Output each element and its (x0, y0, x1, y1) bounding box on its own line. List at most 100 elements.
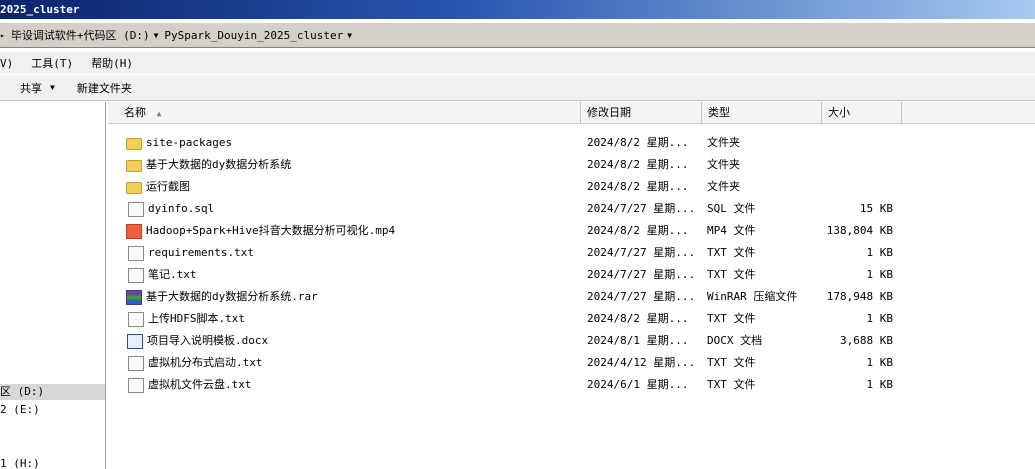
word-doc-icon (127, 333, 143, 349)
file-name-cell[interactable]: 运行截图 (126, 176, 586, 198)
window-title: 2025_cluster (0, 3, 80, 16)
file-row[interactable]: 项目导入说明模板.docx 2024/8/1 星期... DOCX 文档 3,688 … (108, 330, 1035, 352)
file-size: 1 KB (866, 268, 894, 281)
column-header-name[interactable]: 名称 ▲ (118, 102, 581, 123)
file-size: 1 KB (866, 246, 894, 259)
window-title-bar: 2025_cluster (0, 0, 1035, 19)
mp4-file-icon (126, 223, 142, 239)
file-row[interactable]: Hadoop+Spark+Hive抖音大数据分析可视化.mp4 2024/8/2 … (108, 220, 1035, 242)
file-name-cell[interactable]: 笔记.txt (126, 264, 586, 286)
file-name-cell[interactable]: 虚拟机文件云盘.txt (126, 374, 586, 396)
file-size: 178,948 KB (826, 290, 893, 303)
breadcrumb-folder[interactable]: PySpark_Douyin_2025_cluster ▼ (164, 29, 352, 42)
file-name-cell[interactable]: 基于大数据的dy数据分析系统 (126, 154, 586, 176)
file-date: 2024/7/27 星期... (587, 202, 696, 215)
file-name-cell[interactable]: 虚拟机分布式启动.txt (126, 352, 586, 374)
file-name-cell[interactable]: requirements.txt (126, 242, 586, 264)
file-name: 运行截图 (146, 180, 190, 193)
command-toolbar: 共享 ▼ 新建文件夹 (0, 75, 1035, 101)
file-row[interactable]: 基于大数据的dy数据分析系统 2024/8/2 星期... 文件夹 (108, 154, 1035, 176)
rar-archive-icon (126, 289, 142, 305)
column-header-type[interactable]: 类型 (702, 102, 822, 123)
file-name-cell[interactable]: Hadoop+Spark+Hive抖音大数据分析可视化.mp4 (126, 220, 586, 242)
file-row[interactable]: site-packages 2024/8/2 星期... 文件夹 (108, 132, 1035, 154)
file-name: 上传HDFS脚本.txt (148, 312, 245, 325)
file-type: TXT 文件 (707, 378, 756, 391)
file-row[interactable]: 虚拟机分布式启动.txt 2024/4/12 星期... TXT 文件 1 KB (108, 352, 1035, 374)
file-name: 笔记.txt (148, 268, 197, 281)
navigation-pane: 区 (D:) 2 (E:) 1 (H:) (0, 102, 106, 469)
file-size: 1 KB (866, 378, 894, 391)
file-size: 1 KB (866, 312, 894, 325)
file-name-cell[interactable]: 项目导入说明模板.docx (126, 330, 586, 352)
file-row[interactable]: 运行截图 2024/8/2 星期... 文件夹 (108, 176, 1035, 198)
file-date: 2024/4/12 星期... (587, 356, 696, 369)
file-date: 2024/8/2 星期... (587, 312, 689, 325)
file-row[interactable]: 笔记.txt 2024/7/27 星期... TXT 文件 1 KB (108, 264, 1035, 286)
file-date: 2024/8/1 星期... (587, 334, 689, 347)
file-type: DOCX 文档 (707, 334, 763, 347)
file-date: 2024/6/1 星期... (587, 378, 689, 391)
file-type: TXT 文件 (707, 356, 756, 369)
file-type: TXT 文件 (707, 312, 756, 325)
file-row[interactable]: 虚拟机文件云盘.txt 2024/6/1 星期... TXT 文件 1 KB (108, 374, 1035, 396)
menu-view[interactable]: V) (0, 57, 13, 70)
text-file-icon (128, 355, 144, 371)
nav-item-drive-h[interactable]: 1 (H:) (0, 456, 105, 469)
address-bar[interactable]: ▸ 毕设调试软件+代码区 (D:) ▼ PySpark_Douyin_2025_… (0, 22, 1035, 48)
chevron-down-icon: ▼ (50, 83, 55, 92)
folder-icon (126, 182, 142, 194)
share-button[interactable]: 共享 ▼ (20, 80, 55, 96)
file-date: 2024/7/27 星期... (587, 268, 696, 281)
breadcrumb-folder-label: PySpark_Douyin_2025_cluster (164, 28, 344, 42)
file-date: 2024/8/2 星期... (587, 180, 689, 193)
breadcrumb-drive-label: 毕设调试软件+代码区 (D:) (10, 29, 150, 42)
column-header-date[interactable]: 修改日期 (581, 102, 702, 123)
file-row[interactable]: 上传HDFS脚本.txt 2024/8/2 星期... TXT 文件 1 KB (108, 308, 1035, 330)
menu-tools[interactable]: 工具(T) (31, 55, 73, 71)
sort-ascending-icon: ▲ (156, 109, 162, 118)
chevron-down-icon[interactable]: ▼ (154, 31, 159, 40)
file-name-cell[interactable]: dyinfo.sql (126, 198, 586, 220)
file-size: 1 KB (866, 356, 894, 369)
file-name: dyinfo.sql (148, 202, 215, 215)
folder-icon (126, 138, 142, 150)
file-type: SQL 文件 (707, 202, 756, 215)
column-header-row: 名称 ▲ 修改日期 类型 大小 (108, 102, 1035, 124)
file-row[interactable]: requirements.txt 2024/7/27 星期... TXT 文件 1 K… (108, 242, 1035, 264)
file-list: 名称 ▲ 修改日期 类型 大小 site-packages 2024/8/2 星期… (108, 102, 1035, 469)
share-button-label: 共享 (20, 81, 42, 95)
file-row[interactable]: dyinfo.sql 2024/7/27 星期... SQL 文件 15 KB (108, 198, 1035, 220)
file-type: WinRAR 压缩文件 (707, 290, 798, 303)
breadcrumb-drive[interactable]: 毕设调试软件+代码区 (D:) ▼ (11, 27, 159, 43)
nav-item-drive-e[interactable]: 2 (E:) (0, 402, 105, 418)
menu-help[interactable]: 帮助(H) (91, 55, 133, 71)
file-type: 文件夹 (707, 180, 740, 193)
text-file-icon (128, 377, 144, 393)
file-name: 项目导入说明模板.docx (147, 334, 269, 347)
file-name-cell[interactable]: 上传HDFS脚本.txt (126, 308, 586, 330)
file-name: 虚拟机文件云盘.txt (148, 378, 252, 391)
file-date: 2024/8/2 星期... (587, 158, 689, 171)
file-type: 文件夹 (707, 136, 740, 149)
file-name: site-packages (146, 136, 233, 149)
file-row[interactable]: 基于大数据的dy数据分析系统.rar 2024/7/27 星期... WinRAR … (108, 286, 1035, 308)
file-name-cell[interactable]: site-packages (126, 132, 586, 154)
nav-item-drive-d[interactable]: 区 (D:) (0, 384, 105, 400)
file-type: TXT 文件 (707, 268, 756, 281)
file-name: requirements.txt (148, 246, 254, 259)
file-type: 文件夹 (707, 158, 740, 171)
text-file-icon (128, 267, 144, 283)
file-date: 2024/7/27 星期... (587, 290, 696, 303)
chevron-down-icon[interactable]: ▼ (347, 31, 352, 40)
sql-file-icon (128, 201, 144, 217)
new-folder-button[interactable]: 新建文件夹 (77, 80, 132, 96)
file-size: 3,688 KB (840, 334, 893, 347)
column-header-name-label: 名称 (124, 106, 146, 119)
file-date: 2024/8/2 星期... (587, 224, 689, 237)
file-date: 2024/7/27 星期... (587, 246, 696, 259)
file-name: 基于大数据的dy数据分析系统 (146, 158, 292, 171)
file-name-cell[interactable]: 基于大数据的dy数据分析系统.rar (126, 286, 586, 308)
column-header-size[interactable]: 大小 (822, 102, 902, 123)
text-file-icon (128, 311, 144, 327)
